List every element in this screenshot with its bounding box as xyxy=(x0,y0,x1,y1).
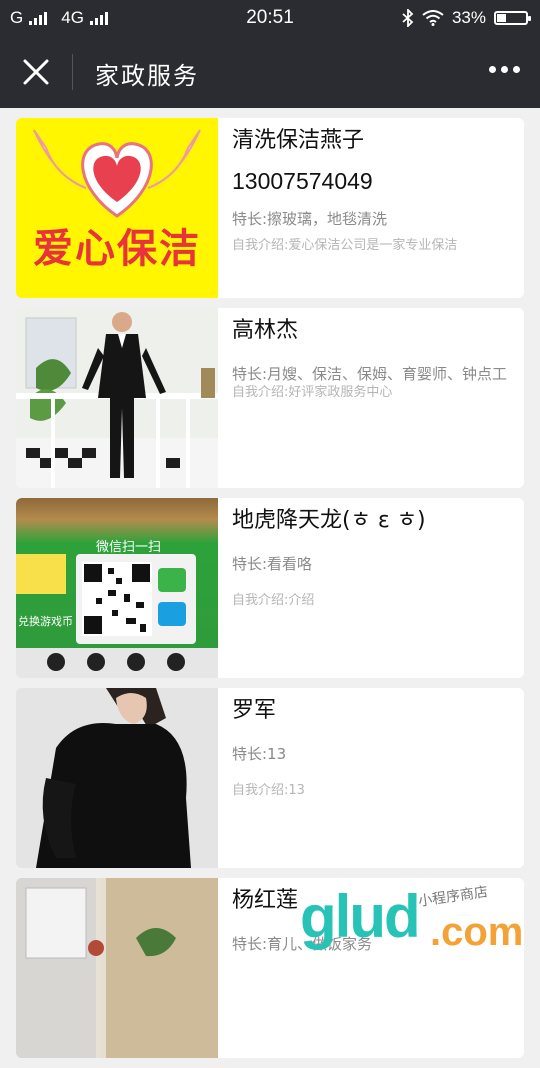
thumbnail-qr: 微信扫一扫 兑换游戏币 xyxy=(16,498,218,678)
status-bar: G 4G 20:51 33% xyxy=(0,0,540,36)
nav-bar: 家政服务 xyxy=(0,36,540,108)
person-photo xyxy=(16,308,218,488)
provider-name: 地虎降天龙(ㅎ ε ㅎ) xyxy=(232,508,426,533)
thumbnail-photo xyxy=(16,308,218,488)
more-dots-icon[interactable] xyxy=(489,66,520,73)
nav-divider xyxy=(72,54,73,90)
provider-intro: 自我介绍:介绍 xyxy=(232,593,315,608)
thumbnail-logo: 爱心保洁 xyxy=(16,118,218,298)
page-title: 家政服务 xyxy=(95,62,199,90)
thumb-qr-subcaption: 兑换游戏币 xyxy=(18,615,73,628)
provider-name: 清洗保洁燕子 xyxy=(232,128,365,153)
thumbnail-photo xyxy=(16,688,218,868)
status-icons: 33% xyxy=(402,8,531,28)
provider-phone[interactable]: 13007574049 xyxy=(232,168,512,195)
provider-specialty: 特长:看看咯 xyxy=(232,555,313,573)
thumbnail-photo xyxy=(16,878,218,1058)
list-item[interactable]: 微信扫一扫 兑换游戏币 地虎降天龙(ㅎ ε ㅎ) 特长:看看咯 自我介绍:介绍 xyxy=(16,498,524,678)
battery-icon xyxy=(494,11,531,25)
provider-name: 罗军 xyxy=(232,698,277,723)
qr-code-icon xyxy=(16,554,218,678)
close-icon[interactable] xyxy=(18,54,54,90)
list-item[interactable]: 爱心保洁 清洗保洁燕子 13007574049 特长:擦玻璃，地毯清洗 自我介绍… xyxy=(16,118,524,298)
provider-intro: 自我介绍:好评家政服务中心 xyxy=(232,385,393,400)
provider-name: 杨红莲 xyxy=(232,888,299,913)
list-item[interactable]: 杨红莲 特长:育儿、做饭家务 xyxy=(16,878,524,1058)
wifi-icon xyxy=(422,10,444,26)
room-photo xyxy=(16,878,218,1058)
person-photo xyxy=(16,688,218,868)
provider-name: 高林杰 xyxy=(232,318,299,343)
battery-percent: 33% xyxy=(451,8,486,27)
provider-intro: 自我介绍:爱心保洁公司是一家专业保洁 xyxy=(232,238,458,253)
service-list: 爱心保洁 清洗保洁燕子 13007574049 特长:擦玻璃，地毯清洗 自我介绍… xyxy=(16,118,524,1068)
provider-specialty: 特长:13 xyxy=(232,745,287,763)
provider-specialty: 特长:擦玻璃，地毯清洗 xyxy=(232,210,388,228)
provider-intro: 自我介绍:13 xyxy=(232,783,305,798)
list-item[interactable]: 罗军 特长:13 自我介绍:13 xyxy=(16,688,524,868)
list-item[interactable]: 高林杰 特长:月嫂、保洁、保姆、育婴师、钟点工 自我介绍:好评家政服务中心 xyxy=(16,308,524,488)
provider-specialty: 特长:月嫂、保洁、保姆、育婴师、钟点工 xyxy=(232,365,508,383)
thumb-logo-text: 爱心保洁 xyxy=(33,226,201,272)
bluetooth-icon xyxy=(402,9,414,27)
provider-specialty: 特长:育儿、做饭家务 xyxy=(232,935,373,953)
